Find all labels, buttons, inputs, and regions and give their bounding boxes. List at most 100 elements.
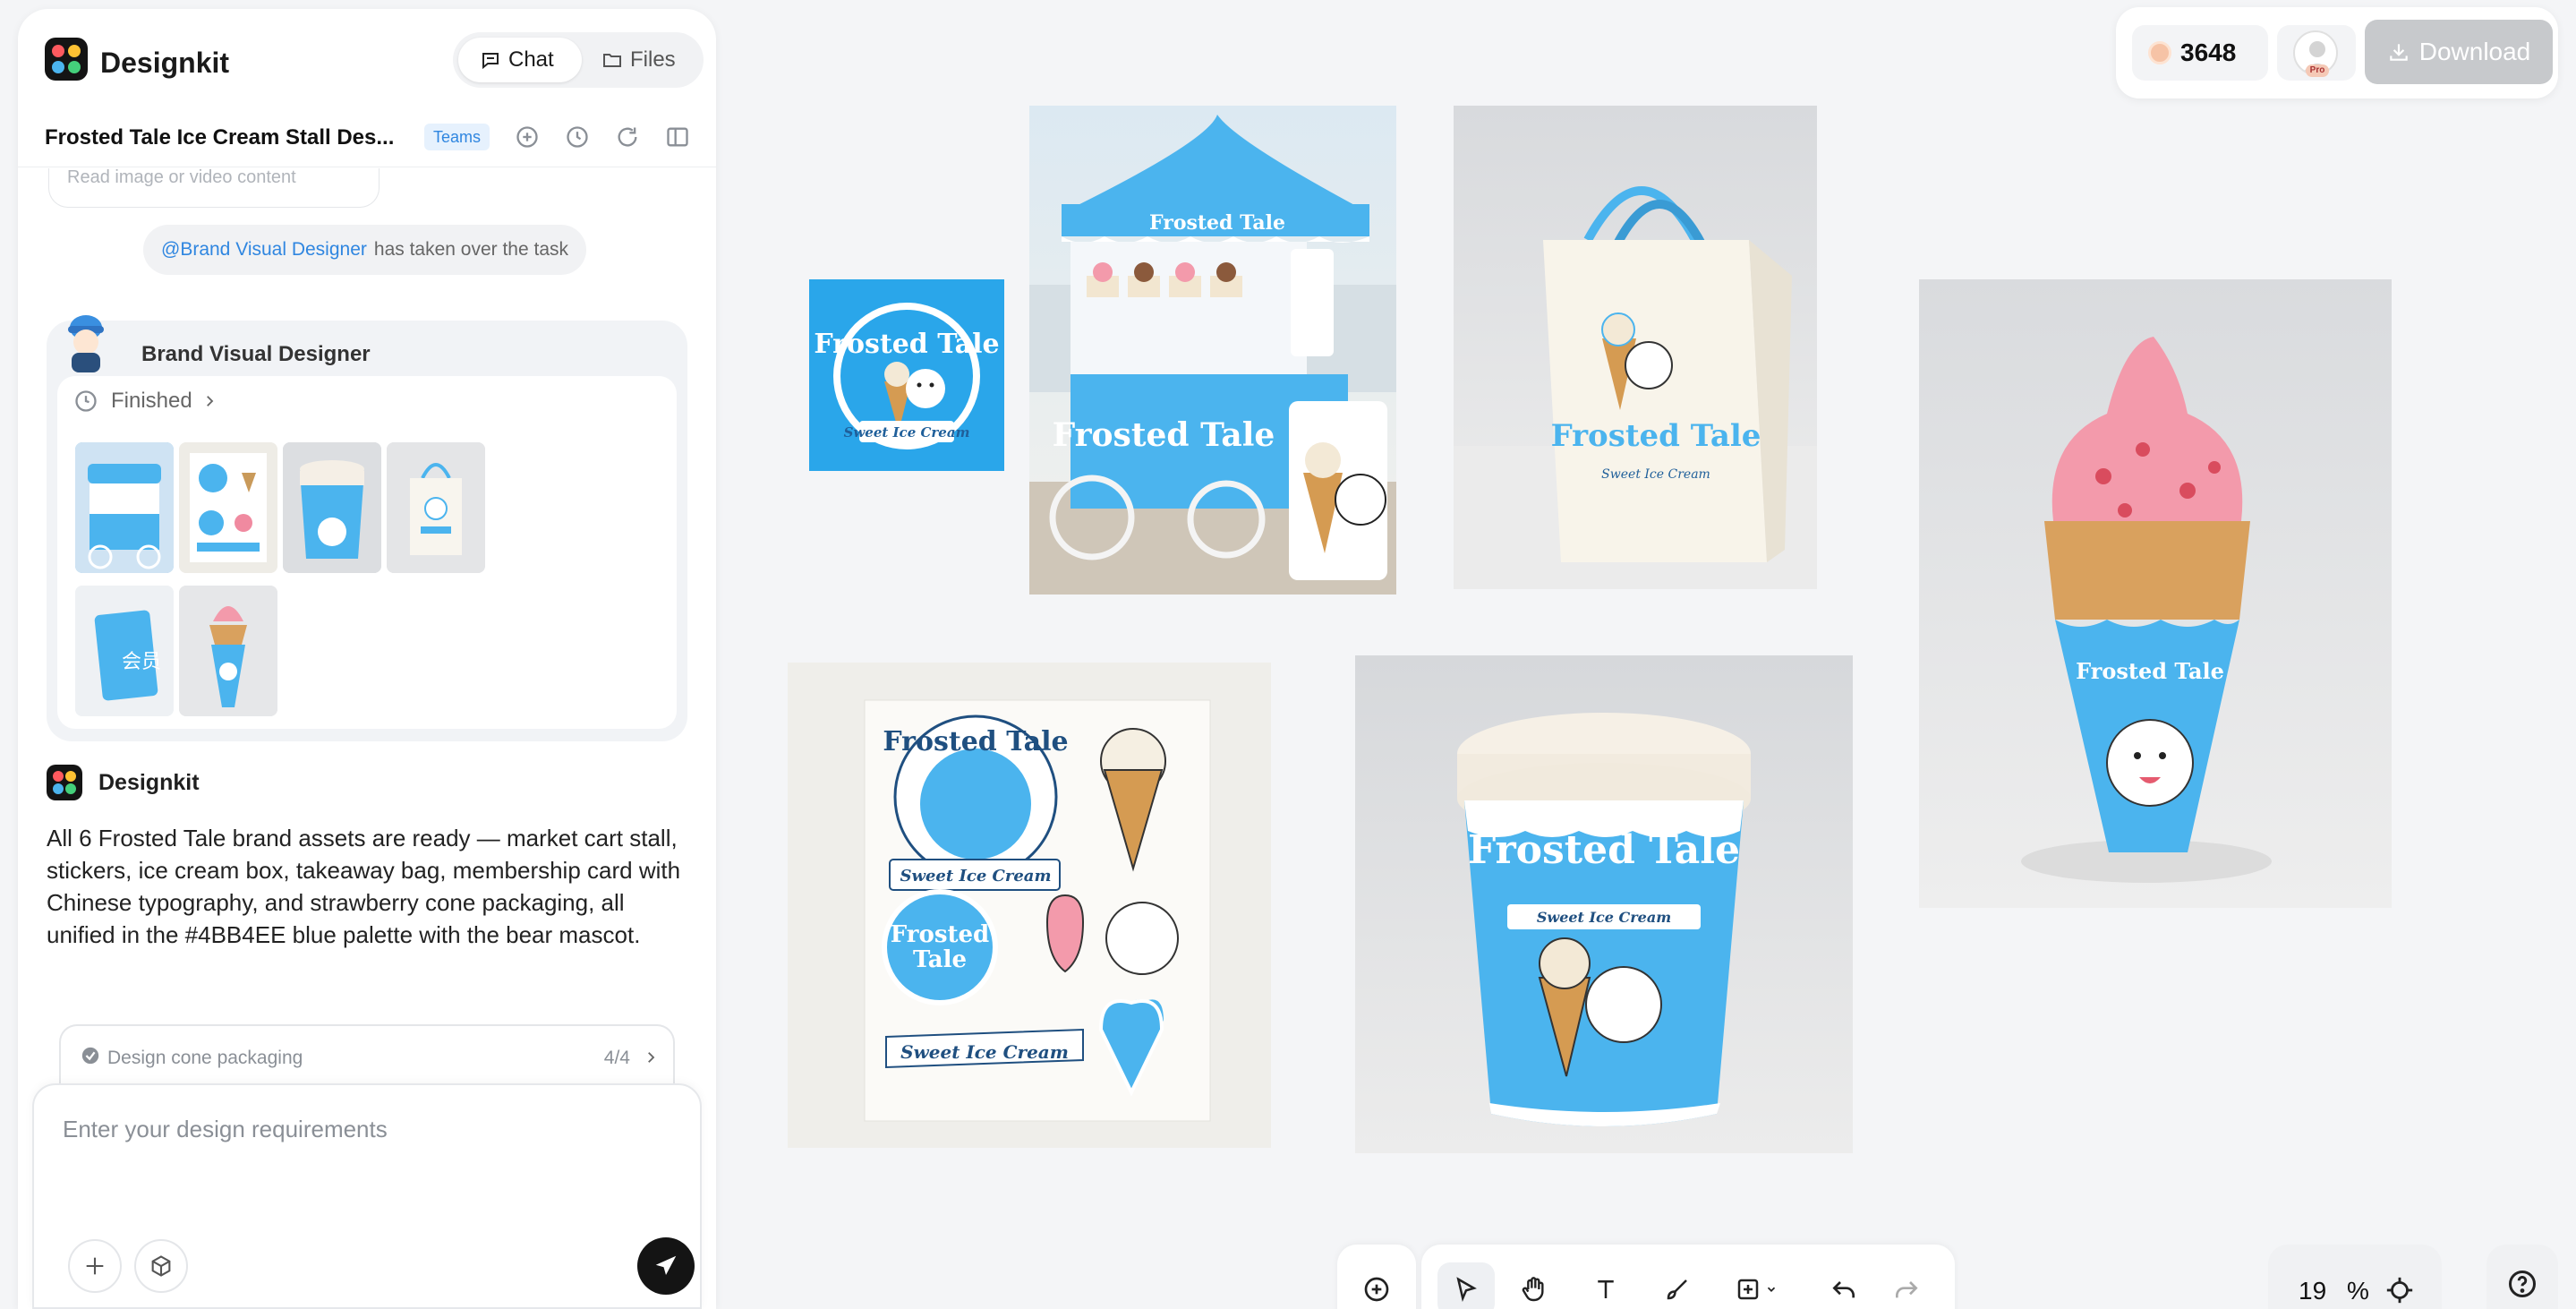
thumbnail-stickers[interactable] [179,442,277,573]
select-tool-button[interactable] [1437,1262,1495,1309]
bag-tagline-text: Sweet Ice Cream [1601,467,1710,482]
credits-badge[interactable]: 3648 [2132,25,2268,81]
chat-sidebar: Designkit Chat Files Frosted Tale Ice Cr… [18,9,716,1309]
takeover-text: has taken over the task [373,239,569,260]
send-button[interactable] [637,1237,695,1295]
coin-icon [2148,41,2171,64]
logo-brand-text: Frosted Tale [814,329,999,360]
text-icon [1598,1280,1614,1298]
redo-button[interactable] [1878,1262,1935,1309]
cube-icon [151,1255,171,1277]
zoom-unit: % [2347,1277,2369,1305]
add-box-icon [1737,1279,1759,1300]
ribbon-tagline-text: Sweet Ice Cream [900,1041,1069,1063]
view-tabs: Chat Files [453,32,704,88]
text-tool-button[interactable] [1577,1262,1634,1309]
history-button[interactable] [562,122,593,152]
canvas-stickers-image[interactable]: Frosted Tale Sweet Ice Cream Frosted Tal… [788,663,1271,1148]
chevron-down-icon [1767,1287,1776,1292]
assistant-header: Designkit [47,765,200,800]
toggle-panel-button[interactable] [662,122,693,152]
brush-icon [1667,1279,1687,1300]
svg-text:会员: 会员 [122,651,161,673]
redo-icon [1896,1281,1918,1298]
agent-name: Brand Visual Designer [141,342,371,366]
canvas-bag-image[interactable]: Frosted Tale Sweet Ice Cream [1454,106,1817,589]
tab-chat-label: Chat [508,47,554,72]
status-label: Finished [111,389,192,413]
teams-badge: Teams [424,124,490,150]
tab-chat[interactable]: Chat [458,38,582,82]
agent-mention[interactable]: @Brand Visual Designer [161,239,367,260]
takeover-notice: @Brand Visual Designer has taken over the… [143,225,587,275]
pro-badge: Pro [2306,64,2329,77]
download-button[interactable]: Download [2365,20,2553,84]
download-label: Download [2418,38,2531,65]
assistant-logo-icon [47,765,82,800]
zoom-input[interactable]: 19 [2299,1277,2326,1305]
download-icon [2389,44,2408,61]
status-toggle[interactable]: Finished [73,389,218,414]
app-name: Designkit [100,47,230,79]
user-menu[interactable]: Pro [2277,25,2356,81]
step-count: 4/4 [603,1048,630,1068]
fit-view-button[interactable] [2384,1275,2415,1309]
refresh-button[interactable] [612,122,643,152]
add-marker-bar [1337,1245,1416,1309]
cone-brand-text: Frosted Tale [2076,658,2224,684]
top-right-bar: 3648 Pro Download [2116,7,2558,98]
clock-icon [75,390,97,412]
sticker-brand-text: Frosted Tale [883,726,1068,757]
prompt-input-box[interactable]: Enter your design requirements [32,1083,702,1309]
new-task-button[interactable] [512,122,542,152]
agent-result-card: Brand Visual Designer Finished 会员 [47,315,687,741]
model-button[interactable] [134,1239,188,1293]
panel-icon [667,127,688,147]
hand-tool-button[interactable] [1506,1262,1563,1309]
agent-avatar [59,312,113,374]
canvas-cone-image[interactable]: Frosted Tale [1919,279,2392,908]
sidebar-header: Designkit Chat Files Frosted Tale Ice Cr… [18,9,716,167]
canvas-tub-image[interactable]: Frosted Tale Sweet Ice Cream [1355,655,1853,1153]
chat-icon [482,53,499,70]
zoom-control: 19 % [2268,1245,2442,1309]
tab-files-label: Files [630,47,676,72]
add-marker-button[interactable] [1348,1262,1405,1309]
bag-brand-text: Frosted Tale [1551,418,1761,454]
step-progress-card[interactable]: Design cone packaging 4/4 [59,1024,675,1091]
history-icon [567,126,588,148]
add-circle-icon [516,126,538,148]
assistant-message: All 6 Frosted Tale brand assets are read… [47,825,681,948]
cart-sign-text: Frosted Tale [1149,211,1285,235]
plus-icon [86,1257,104,1275]
tab-files[interactable]: Files [587,38,698,82]
help-button[interactable] [2486,1245,2558,1309]
prompt-input[interactable]: Enter your design requirements [63,1116,388,1143]
task-title[interactable]: Frosted Tale Ice Cream Stall Des... [45,125,430,150]
insert-menu-button[interactable] [1720,1262,1792,1309]
designkit-logo-icon [45,38,88,81]
attach-button[interactable] [68,1239,122,1293]
hand-icon [1522,1277,1544,1302]
chevron-right-icon [206,396,214,406]
canvas-toolbar [1421,1245,1955,1309]
folder-icon [603,54,621,67]
thumbnail-bag[interactable] [387,442,485,573]
chevron-right-icon [648,1052,655,1063]
thumbnail-cone[interactable] [179,586,277,716]
check-circle-icon [81,1047,99,1065]
sticker-tagline-text: Sweet Ice Cream [900,867,1051,886]
thumbnail-card[interactable]: 会员 [75,586,174,716]
tub-brand-text: Frosted Tale [1468,827,1740,873]
logo-tagline-text: Sweet Ice Cream [844,424,970,441]
brush-tool-button[interactable] [1649,1262,1706,1309]
undo-icon [1832,1281,1855,1298]
canvas-cart-image[interactable]: Frosted Tale Frosted Tale [1029,106,1396,595]
thumbnail-box[interactable] [283,442,381,573]
focus-icon [2386,1277,2413,1304]
thumbnail-cart[interactable] [75,442,174,573]
undo-button[interactable] [1815,1262,1872,1309]
canvas-logo-image[interactable]: Frosted Tale Sweet Ice Cream [809,279,1004,471]
add-location-icon [1364,1277,1389,1302]
assistant-name: Designkit [98,769,200,795]
